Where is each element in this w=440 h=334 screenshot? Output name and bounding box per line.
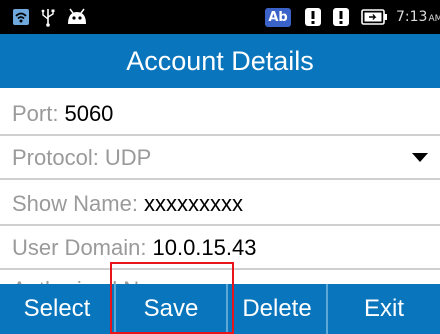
select-button[interactable]: Select <box>0 284 116 334</box>
clock-time: 7:13 <box>396 9 428 25</box>
user-domain-field-content: User Domain: 10.0.15.43 <box>12 226 256 270</box>
keyboard-ab-icon: Ab <box>265 8 291 27</box>
save-button[interactable]: Save <box>116 284 228 334</box>
status-bar: Ab 7:13 AM <box>0 0 440 34</box>
clock-ampm: AM <box>428 13 440 24</box>
show-name-label: Show Name: <box>12 191 138 216</box>
show-name-field-content: Show Name: xxxxxxxxx <box>12 182 243 226</box>
user-domain-field[interactable]: User Domain: 10.0.15.43 <box>0 226 440 270</box>
show-name-value[interactable]: xxxxxxxxx <box>144 191 243 217</box>
warning-icon <box>332 0 350 34</box>
protocol-select[interactable]: Protocol: UDP <box>0 136 440 180</box>
show-name-field[interactable]: Show Name: xxxxxxxxx <box>0 182 440 226</box>
dropdown-arrow-icon[interactable] <box>412 153 428 162</box>
port-label: Port: <box>12 101 59 126</box>
title-bar: Account Details <box>0 34 440 88</box>
android-icon <box>64 0 90 34</box>
port-value[interactable]: 5060 <box>64 101 113 127</box>
exit-button[interactable]: Exit <box>328 284 440 334</box>
protocol-value: UDP <box>104 145 152 170</box>
port-field-content: Port: 5060 <box>12 92 113 136</box>
divider <box>0 178 440 180</box>
user-domain-value[interactable]: 10.0.15.43 <box>152 235 256 261</box>
status-clock: 7:13 AM <box>396 0 440 34</box>
bottom-button-bar: Select Save Delete Exit <box>0 284 440 334</box>
battery-charging-icon <box>360 0 390 34</box>
page-title: Account Details <box>126 45 314 76</box>
protocol-label: Protocol: <box>12 145 99 170</box>
user-domain-label: User Domain: <box>12 235 147 260</box>
delete-button[interactable]: Delete <box>228 284 328 334</box>
protocol-field-content: Protocol: UDP <box>12 136 151 180</box>
warning-icon <box>304 0 322 34</box>
usb-icon <box>38 0 58 34</box>
wifi-icon <box>10 0 32 34</box>
port-field[interactable]: Port: 5060 <box>0 92 440 136</box>
